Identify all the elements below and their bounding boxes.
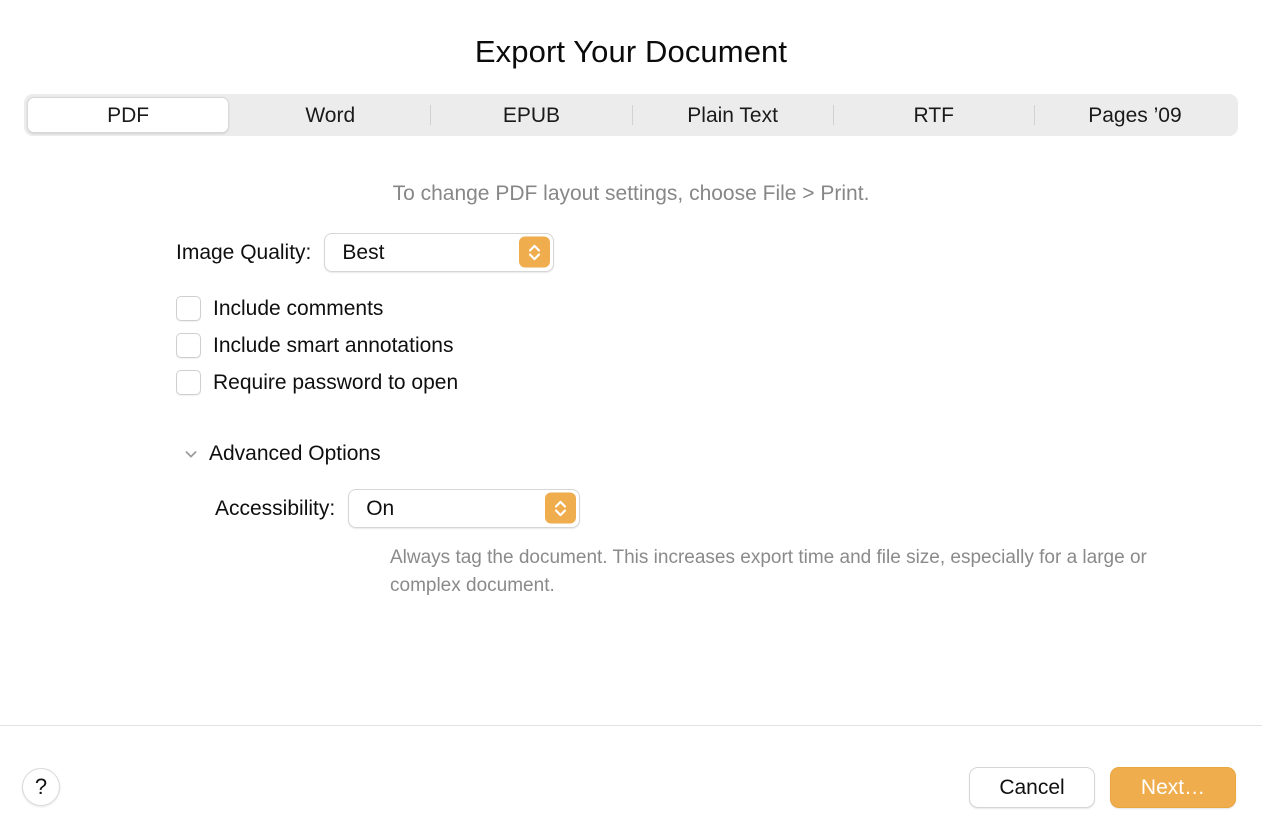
next-button[interactable]: Next… [1110, 766, 1236, 808]
tab-epub-label: EPUB [502, 103, 561, 127]
accessibility-value: On [366, 496, 395, 520]
checkbox-include-comments[interactable]: Include comments [176, 290, 1262, 327]
checkbox-require-password[interactable]: Require password to open [176, 364, 1262, 401]
cancel-button[interactable]: Cancel [969, 766, 1095, 808]
tab-pdf[interactable]: PDF [27, 97, 230, 133]
image-quality-value: Best [342, 240, 385, 264]
tab-pages-09[interactable]: Pages ’09 [1035, 97, 1235, 133]
image-quality-label: Image Quality: [176, 240, 312, 264]
chevron-up-down-icon [519, 236, 551, 268]
accessibility-label: Accessibility: [215, 496, 336, 520]
tab-plain-text[interactable]: Plain Text [633, 97, 833, 133]
image-quality-select[interactable]: Best [324, 232, 555, 272]
next-button-label: Next… [1140, 775, 1206, 799]
page-title: Export Your Document [474, 34, 788, 69]
export-options-panel: Image Quality: Best Include comments Inc… [0, 232, 1262, 600]
tab-plain-text-label: Plain Text [687, 103, 778, 127]
accessibility-description: Always tag the document. This increases … [390, 547, 1147, 596]
dialog-footer: ? Cancel Next… [0, 726, 1262, 822]
checkbox-include-comments-label: Include comments [213, 297, 384, 320]
footer-actions: Cancel Next… [969, 766, 1236, 808]
cancel-button-label: Cancel [999, 775, 1065, 799]
tab-rtf[interactable]: RTF [834, 97, 1034, 133]
layout-hint-text: To change PDF layout settings, choose Fi… [392, 182, 870, 205]
tab-word-label: Word [305, 103, 356, 127]
tab-pdf-label: PDF [107, 103, 150, 127]
checkbox-include-smart-annotations-label: Include smart annotations [213, 334, 454, 357]
tab-pages-09-label: Pages ’09 [1088, 103, 1182, 127]
chevron-down-icon[interactable] [182, 445, 200, 463]
advanced-options-disclosure[interactable]: Advanced Options [182, 443, 1262, 464]
format-tabbar: PDF Word EPUB Plain Text RTF Pages ’09 [24, 94, 1238, 136]
checkbox-require-password-box[interactable] [176, 370, 201, 395]
checkbox-include-smart-annotations[interactable]: Include smart annotations [176, 327, 1262, 364]
advanced-options-label: Advanced Options [209, 442, 381, 465]
tab-rtf-label: RTF [913, 103, 954, 127]
question-mark-icon: ? [34, 774, 48, 799]
checkbox-include-comments-box[interactable] [176, 296, 201, 321]
checkbox-require-password-label: Require password to open [213, 371, 459, 394]
advanced-options-body: Accessibility: On Always tag the documen… [215, 488, 1262, 600]
accessibility-select[interactable]: On [348, 488, 581, 528]
tab-epub[interactable]: EPUB [431, 97, 631, 133]
accessibility-row: Accessibility: On [215, 488, 1262, 528]
checkbox-include-smart-annotations-box[interactable] [176, 333, 201, 358]
chevron-up-down-icon [545, 492, 577, 524]
tab-word[interactable]: Word [230, 97, 430, 133]
help-button[interactable]: ? [22, 768, 60, 806]
format-tabbar-wrapper: PDF Word EPUB Plain Text RTF Pages ’09 [0, 94, 1262, 136]
image-quality-row: Image Quality: Best [176, 232, 1262, 272]
export-checkbox-group: Include comments Include smart annotatio… [176, 290, 1262, 401]
